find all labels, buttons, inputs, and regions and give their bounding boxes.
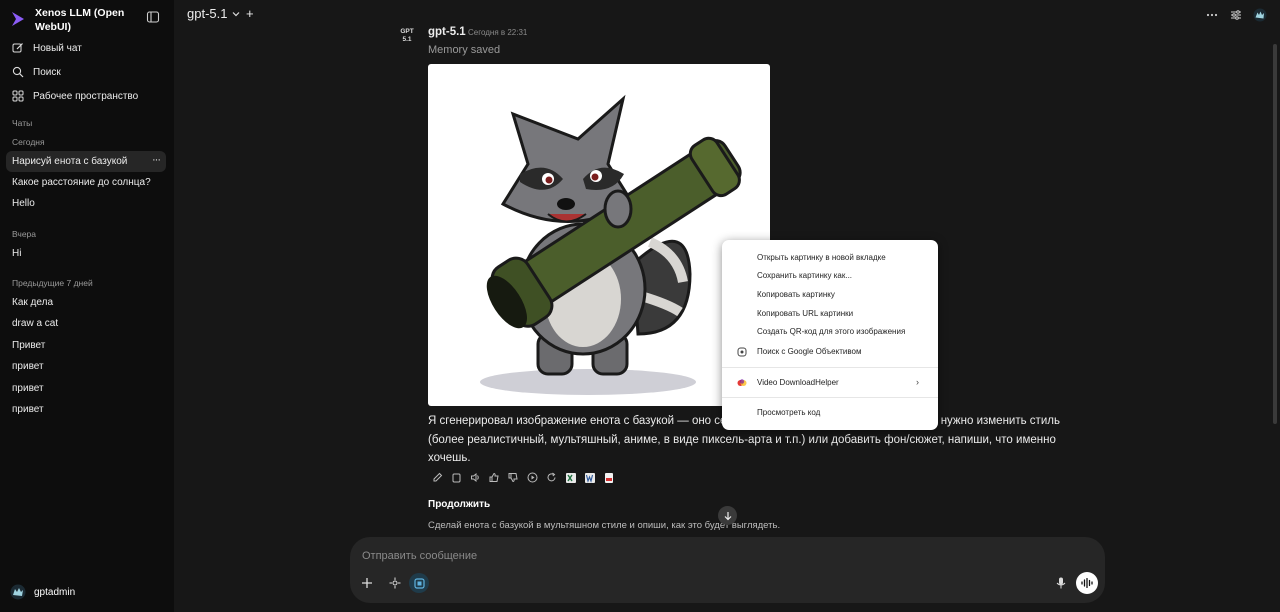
chat-item[interactable]: Нарисуй енота с базукой ··· bbox=[6, 151, 166, 172]
word-export-icon[interactable] bbox=[583, 471, 596, 484]
top-bar: gpt-5.1 + bbox=[174, 0, 1280, 30]
settings-sliders-icon[interactable] bbox=[1229, 8, 1243, 22]
voice-mode-button[interactable] bbox=[1076, 572, 1098, 594]
ctx-separator bbox=[722, 397, 938, 398]
new-chat-button[interactable]: Новый чат bbox=[6, 37, 166, 59]
google-lens-icon bbox=[737, 347, 747, 357]
model-avatar-line-2: 5.1 bbox=[402, 36, 412, 43]
context-menu: Открыть картинку в новой вкладке Сохрани… bbox=[722, 240, 938, 430]
group-label-yesterday: Вчера bbox=[12, 229, 36, 239]
edit-icon bbox=[11, 41, 25, 55]
memory-status: Memory saved bbox=[428, 44, 501, 56]
read-aloud-icon[interactable] bbox=[469, 471, 482, 484]
brand: Xenos LLM (Open WebUI) bbox=[10, 6, 164, 34]
ctx-create-qr-code[interactable]: Создать QR-код для этого изображения bbox=[757, 327, 905, 336]
group-label-today: Сегодня bbox=[12, 137, 45, 147]
pdf-export-icon[interactable] bbox=[602, 471, 615, 484]
model-avatar: GPT 5.1 bbox=[398, 28, 416, 46]
chat-item[interactable]: Hello bbox=[6, 193, 166, 214]
chat-item-title: Нарисуй енота с базукой bbox=[12, 156, 128, 167]
followup-title: Продолжить bbox=[428, 499, 491, 510]
copy-icon[interactable] bbox=[450, 471, 463, 484]
tools-icon[interactable] bbox=[386, 574, 404, 592]
chat-item-title: draw a cat bbox=[12, 318, 59, 329]
arrow-down-icon bbox=[724, 511, 731, 520]
model-selector[interactable]: gpt-5.1 bbox=[187, 6, 227, 21]
ctx-copy-image-url[interactable]: Копировать URL картинки bbox=[757, 309, 853, 318]
chevron-down-icon[interactable] bbox=[231, 9, 241, 19]
ctx-separator bbox=[722, 367, 938, 368]
group-label-previous-7-days: Предыдущие 7 дней bbox=[12, 278, 93, 288]
more-options-icon[interactable] bbox=[1205, 8, 1219, 22]
new-chat-label: Новый чат bbox=[33, 42, 82, 54]
ctx-search-google-lens[interactable]: Поиск с Google Объективом bbox=[757, 347, 861, 356]
thumbs-down-icon[interactable] bbox=[507, 471, 520, 484]
chat-item[interactable]: Hi bbox=[6, 243, 166, 264]
chat-item-title: привет bbox=[12, 361, 44, 372]
chat-item[interactable]: привет bbox=[6, 399, 166, 420]
chat-item-title: Привет bbox=[12, 340, 46, 351]
ctx-open-image-new-tab[interactable]: Открыть картинку в новой вкладке bbox=[757, 253, 886, 262]
search-icon bbox=[11, 65, 25, 79]
waveform-icon bbox=[1081, 578, 1093, 588]
thumbs-up-icon[interactable] bbox=[488, 471, 501, 484]
generated-image[interactable] bbox=[428, 64, 770, 406]
chat-item-title: Как дела bbox=[12, 297, 54, 308]
chat-item[interactable]: Привет bbox=[6, 335, 166, 356]
sidebar-toggle-icon[interactable] bbox=[146, 10, 160, 24]
excel-export-icon[interactable] bbox=[564, 471, 577, 484]
edit-icon[interactable] bbox=[431, 471, 444, 484]
avatar bbox=[10, 584, 26, 600]
play-icon[interactable] bbox=[526, 471, 539, 484]
chat-item[interactable]: draw a cat bbox=[6, 313, 166, 334]
workspace-icon bbox=[11, 89, 25, 103]
chat-item[interactable]: привет bbox=[6, 356, 166, 377]
chat-item[interactable]: привет bbox=[6, 378, 166, 399]
chat-item[interactable]: Как дела bbox=[6, 292, 166, 313]
message-model-name: gpt-5.1 bbox=[428, 26, 466, 38]
chat-item-title: Hi bbox=[12, 248, 22, 259]
microphone-icon[interactable] bbox=[1052, 574, 1070, 592]
attach-plus-icon[interactable] bbox=[358, 574, 376, 592]
chat-item-title: Какое расстояние до солнца? bbox=[12, 177, 151, 188]
search-button[interactable]: Поиск bbox=[6, 61, 166, 83]
chat-item-title: привет bbox=[12, 404, 44, 415]
chats-section-label: Чаты bbox=[12, 118, 33, 128]
ctx-copy-image[interactable]: Копировать картинку bbox=[757, 290, 835, 299]
search-label: Поиск bbox=[33, 66, 61, 78]
app-name: Xenos LLM (Open WebUI) bbox=[35, 7, 125, 33]
scroll-to-bottom-button[interactable] bbox=[718, 506, 737, 525]
ctx-save-image-as[interactable]: Сохранить картинку как... bbox=[757, 271, 852, 280]
ctx-inspect[interactable]: Просмотреть код bbox=[757, 408, 820, 417]
user-name: gptadmin bbox=[34, 586, 76, 598]
workspace-label: Рабочее пространство bbox=[33, 90, 139, 102]
message-timestamp: Сегодня в 22:31 bbox=[468, 28, 528, 37]
add-model-button[interactable]: + bbox=[246, 6, 254, 21]
image-generation-icon[interactable] bbox=[409, 573, 429, 593]
regenerate-icon[interactable] bbox=[545, 471, 558, 484]
scrollbar[interactable] bbox=[1273, 44, 1277, 424]
ctx-video-downloadhelper[interactable]: Video DownloadHelper bbox=[757, 378, 839, 387]
workspace-button[interactable]: Рабочее пространство bbox=[6, 85, 166, 107]
raccoon-bazooka-illustration bbox=[480, 94, 742, 395]
more-options-icon[interactable]: ··· bbox=[152, 154, 161, 166]
chat-item-title: Hello bbox=[12, 198, 35, 209]
chat-item[interactable]: Какое расстояние до солнца? bbox=[6, 172, 166, 193]
message-composer bbox=[350, 537, 1105, 603]
user-avatar-icon[interactable] bbox=[1253, 8, 1267, 22]
message-actions bbox=[431, 471, 615, 484]
chevron-right-icon: › bbox=[916, 377, 919, 387]
user-menu[interactable]: gptadmin bbox=[10, 584, 75, 600]
message-input[interactable] bbox=[362, 546, 1062, 566]
sidebar: Xenos LLM (Open WebUI) Новый чат Поиск Р… bbox=[0, 0, 174, 612]
model-avatar-line-1: GPT bbox=[400, 28, 414, 35]
chat-item-title: привет bbox=[12, 383, 44, 394]
app-logo-icon bbox=[12, 12, 24, 26]
video-downloadhelper-icon bbox=[737, 379, 747, 386]
